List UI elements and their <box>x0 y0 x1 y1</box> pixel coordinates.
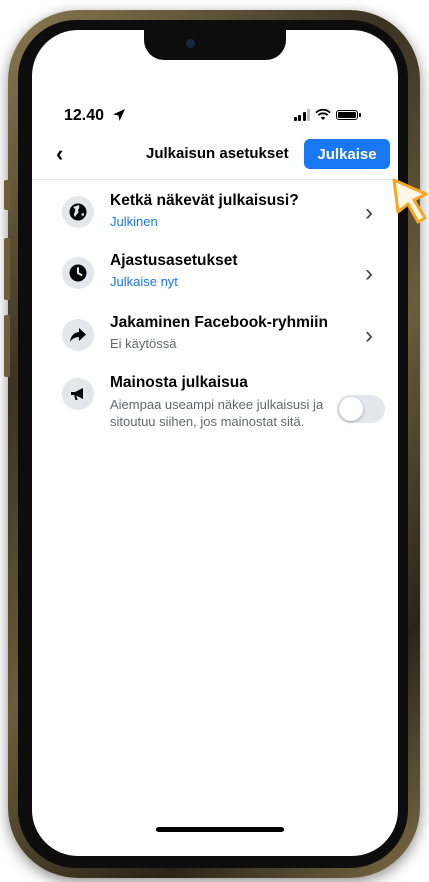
clock-icon <box>62 257 94 289</box>
setting-title: Ketkä näkevät julkaisusi? <box>110 192 299 209</box>
phone-screen: 12.40 ‹ Julkaisun asetukset Julkaise Ket… <box>32 30 398 856</box>
signal-icon <box>293 109 310 121</box>
chevron-right-icon: › <box>365 199 373 226</box>
chevron-right-icon: › <box>365 322 373 349</box>
globe-icon <box>62 196 94 228</box>
camera-icon <box>186 39 195 48</box>
wifi-icon <box>315 109 331 120</box>
volume-up-button <box>4 238 10 300</box>
setting-title: Ajastusasetukset <box>110 252 238 269</box>
notch <box>144 30 286 60</box>
header: ‹ Julkaisun asetukset Julkaise <box>32 135 398 175</box>
toggle-knob <box>339 397 363 421</box>
header-divider <box>32 179 398 180</box>
setting-title: Mainosta julkaisua <box>110 374 248 391</box>
location-arrow-icon <box>113 109 125 121</box>
setting-value: Julkaise nyt <box>110 274 178 289</box>
setting-description: Aiempaa useampi näkee julkaisusi ja sito… <box>110 397 324 429</box>
silent-switch <box>4 180 10 210</box>
pointer-cursor-icon <box>392 178 428 224</box>
setting-audience[interactable]: Ketkä näkevät julkaisusi? Julkinen › <box>32 190 398 240</box>
setting-promote: Mainosta julkaisua Aiempaa useampi näkee… <box>32 372 398 452</box>
setting-value: Ei käytössä <box>110 336 177 351</box>
setting-schedule[interactable]: Ajastusasetukset Julkaise nyt › <box>32 250 398 300</box>
setting-groups-sharing[interactable]: Jakaminen Facebook-ryhmiin Ei käytössä › <box>32 312 398 362</box>
home-indicator <box>156 827 284 832</box>
megaphone-icon <box>62 378 94 410</box>
setting-title: Jakaminen Facebook-ryhmiin <box>110 314 328 331</box>
promote-toggle[interactable] <box>337 395 385 423</box>
publish-button[interactable]: Julkaise <box>304 139 390 169</box>
status-bar: 12.40 <box>32 105 398 129</box>
page-title: Julkaisun asetukset <box>146 145 289 162</box>
battery-icon <box>336 110 361 120</box>
chevron-right-icon: › <box>365 260 373 287</box>
setting-value: Julkinen <box>110 214 158 229</box>
status-time: 12.40 <box>64 107 105 124</box>
volume-down-button <box>4 315 10 377</box>
share-arrow-icon <box>62 319 94 351</box>
back-chevron-icon[interactable]: ‹ <box>56 141 63 167</box>
